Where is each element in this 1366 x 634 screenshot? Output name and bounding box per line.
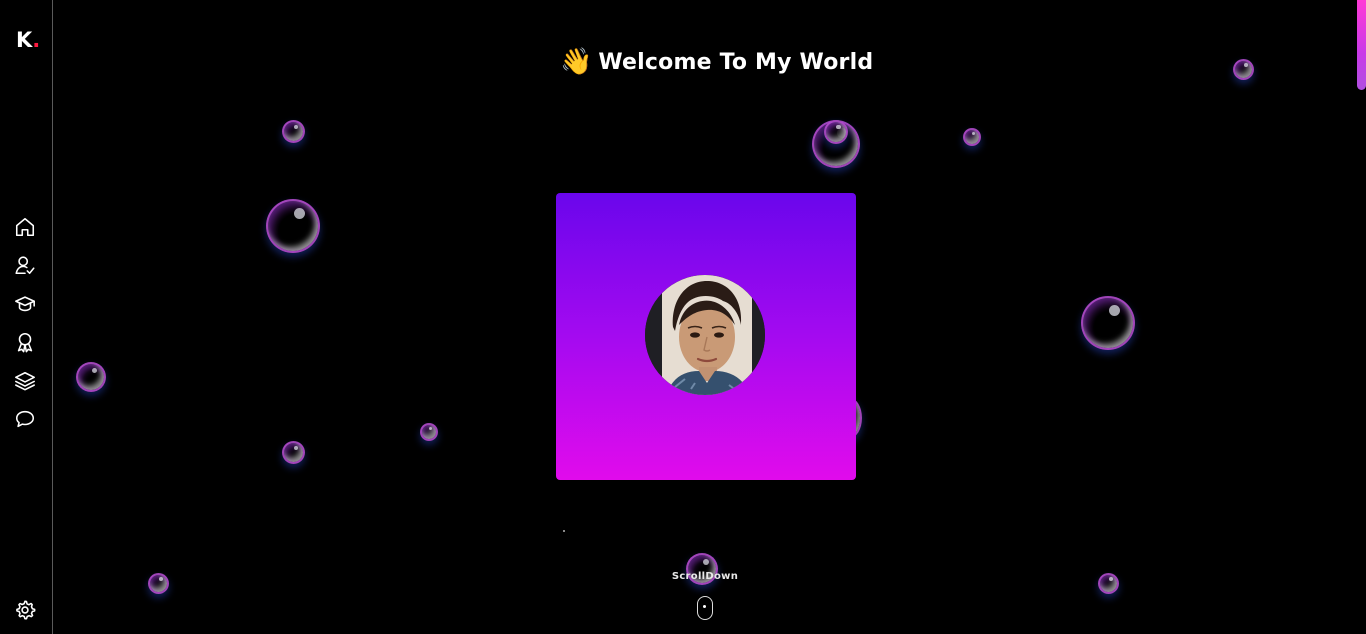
bubble-decoration bbox=[148, 573, 169, 594]
user-check-icon[interactable] bbox=[14, 254, 36, 276]
chat-bubble-icon[interactable] bbox=[14, 408, 36, 430]
bubble-decoration bbox=[963, 128, 981, 146]
avatar bbox=[645, 275, 765, 395]
bubble-decoration bbox=[420, 423, 438, 441]
hero-title-text: Welcome To My World bbox=[598, 49, 874, 75]
profile-card bbox=[556, 193, 856, 480]
bubble-decoration bbox=[1098, 573, 1119, 594]
home-icon[interactable] bbox=[14, 216, 36, 238]
scrollbar-thumb[interactable] bbox=[1357, 0, 1366, 90]
bubble-decoration bbox=[824, 120, 848, 144]
page: K. 👋 Welcome To My World ScrollDown bbox=[0, 0, 1366, 634]
mouse-wheel-dot bbox=[703, 605, 706, 608]
mouse-scroll-icon[interactable] bbox=[697, 596, 713, 620]
decorative-dot bbox=[563, 530, 565, 532]
bubble-decoration bbox=[1081, 296, 1135, 350]
bubble-decoration bbox=[282, 441, 305, 464]
avatar-photo bbox=[645, 275, 765, 395]
award-icon[interactable] bbox=[14, 331, 36, 353]
sidebar: K. bbox=[0, 0, 53, 634]
gear-icon[interactable] bbox=[14, 599, 36, 621]
scroll-down-label[interactable]: ScrollDown bbox=[660, 571, 750, 582]
graduation-cap-icon[interactable] bbox=[14, 293, 36, 315]
bubble-decoration bbox=[266, 199, 320, 253]
hero-title: 👋 Welcome To My World bbox=[560, 42, 873, 82]
bubble-decoration bbox=[76, 362, 106, 392]
logo[interactable]: K. bbox=[16, 28, 40, 52]
logo-letter: K bbox=[16, 28, 33, 52]
bubble-decoration bbox=[1233, 59, 1254, 80]
logo-dot: . bbox=[32, 28, 41, 52]
waving-hand-icon: 👋 bbox=[560, 47, 593, 77]
bubble-decoration bbox=[282, 120, 305, 143]
layers-icon[interactable] bbox=[14, 370, 36, 392]
